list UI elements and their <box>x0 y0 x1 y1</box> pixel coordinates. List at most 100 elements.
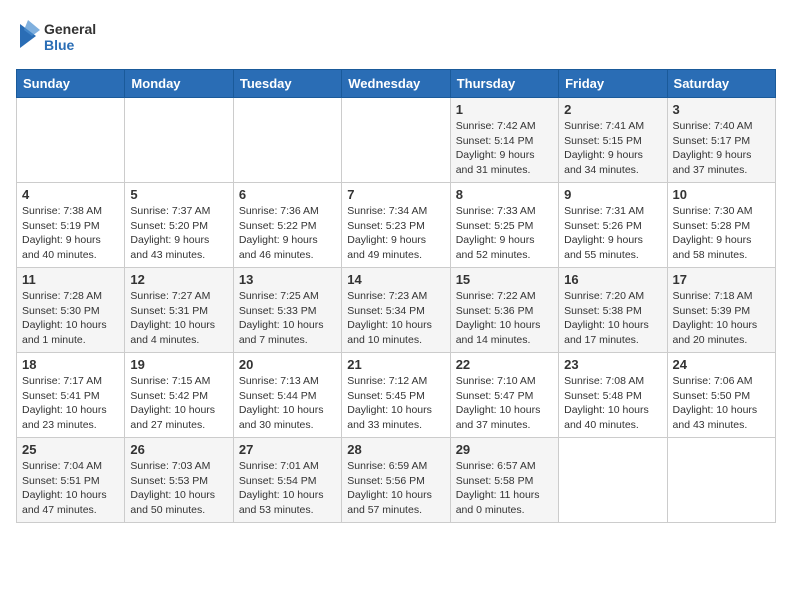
day-header-thursday: Thursday <box>450 70 558 98</box>
day-info: Sunrise: 7:40 AM Sunset: 5:17 PM Dayligh… <box>673 119 770 178</box>
day-cell <box>125 98 233 183</box>
day-number: 8 <box>456 187 553 202</box>
day-info: Sunrise: 7:20 AM Sunset: 5:38 PM Dayligh… <box>564 289 661 348</box>
day-info: Sunrise: 7:31 AM Sunset: 5:26 PM Dayligh… <box>564 204 661 263</box>
day-number: 19 <box>130 357 227 372</box>
day-number: 13 <box>239 272 336 287</box>
day-number: 9 <box>564 187 661 202</box>
day-cell: 14 Sunrise: 7:23 AM Sunset: 5:34 PM Dayli… <box>342 268 450 353</box>
day-number: 5 <box>130 187 227 202</box>
day-info: Sunrise: 7:27 AM Sunset: 5:31 PM Dayligh… <box>130 289 227 348</box>
calendar-header: SundayMondayTuesdayWednesdayThursdayFrid… <box>17 70 776 98</box>
calendar-table: SundayMondayTuesdayWednesdayThursdayFrid… <box>16 69 776 523</box>
svg-text:General: General <box>44 21 96 37</box>
day-number: 27 <box>239 442 336 457</box>
day-cell: 12 Sunrise: 7:27 AM Sunset: 5:31 PM Dayli… <box>125 268 233 353</box>
day-cell: 28 Sunrise: 6:59 AM Sunset: 5:56 PM Dayli… <box>342 438 450 523</box>
day-headers-row: SundayMondayTuesdayWednesdayThursdayFrid… <box>17 70 776 98</box>
day-cell: 3 Sunrise: 7:40 AM Sunset: 5:17 PM Daylig… <box>667 98 775 183</box>
day-cell: 10 Sunrise: 7:30 AM Sunset: 5:28 PM Dayli… <box>667 183 775 268</box>
day-info: Sunrise: 7:18 AM Sunset: 5:39 PM Dayligh… <box>673 289 770 348</box>
day-number: 14 <box>347 272 444 287</box>
week-row-2: 4 Sunrise: 7:38 AM Sunset: 5:19 PM Daylig… <box>17 183 776 268</box>
day-number: 25 <box>22 442 119 457</box>
day-cell: 26 Sunrise: 7:03 AM Sunset: 5:53 PM Dayli… <box>125 438 233 523</box>
day-header-saturday: Saturday <box>667 70 775 98</box>
day-cell: 5 Sunrise: 7:37 AM Sunset: 5:20 PM Daylig… <box>125 183 233 268</box>
day-info: Sunrise: 7:23 AM Sunset: 5:34 PM Dayligh… <box>347 289 444 348</box>
day-cell: 23 Sunrise: 7:08 AM Sunset: 5:48 PM Dayli… <box>559 353 667 438</box>
day-info: Sunrise: 7:04 AM Sunset: 5:51 PM Dayligh… <box>22 459 119 518</box>
day-number: 4 <box>22 187 119 202</box>
week-row-4: 18Sunrise: 7:17 AM Sunset: 5:41 PM Dayli… <box>17 353 776 438</box>
day-info: Sunrise: 7:36 AM Sunset: 5:22 PM Dayligh… <box>239 204 336 263</box>
day-cell: 13 Sunrise: 7:25 AM Sunset: 5:33 PM Dayli… <box>233 268 341 353</box>
day-number: 16 <box>564 272 661 287</box>
day-cell: 25 Sunrise: 7:04 AM Sunset: 5:51 PM Dayli… <box>17 438 125 523</box>
day-cell <box>559 438 667 523</box>
day-cell: 7Sunrise: 7:34 AM Sunset: 5:23 PM Daylig… <box>342 183 450 268</box>
day-cell: 20 Sunrise: 7:13 AM Sunset: 5:44 PM Dayli… <box>233 353 341 438</box>
day-number: 7 <box>347 187 444 202</box>
day-header-sunday: Sunday <box>17 70 125 98</box>
day-info: Sunrise: 7:08 AM Sunset: 5:48 PM Dayligh… <box>564 374 661 433</box>
day-info: Sunrise: 6:59 AM Sunset: 5:56 PM Dayligh… <box>347 459 444 518</box>
day-info: Sunrise: 7:12 AM Sunset: 5:45 PM Dayligh… <box>347 374 444 433</box>
day-cell: 16 Sunrise: 7:20 AM Sunset: 5:38 PM Dayli… <box>559 268 667 353</box>
day-cell: 18Sunrise: 7:17 AM Sunset: 5:41 PM Dayli… <box>17 353 125 438</box>
day-cell: 2 Sunrise: 7:41 AM Sunset: 5:15 PM Daylig… <box>559 98 667 183</box>
day-info: Sunrise: 7:41 AM Sunset: 5:15 PM Dayligh… <box>564 119 661 178</box>
day-info: Sunrise: 7:03 AM Sunset: 5:53 PM Dayligh… <box>130 459 227 518</box>
day-number: 29 <box>456 442 553 457</box>
day-cell: 27 Sunrise: 7:01 AM Sunset: 5:54 PM Dayli… <box>233 438 341 523</box>
day-number: 15 <box>456 272 553 287</box>
day-info: Sunrise: 7:10 AM Sunset: 5:47 PM Dayligh… <box>456 374 553 433</box>
day-info: Sunrise: 7:25 AM Sunset: 5:33 PM Dayligh… <box>239 289 336 348</box>
calendar-body: 1 Sunrise: 7:42 AM Sunset: 5:14 PM Daylig… <box>17 98 776 523</box>
day-number: 20 <box>239 357 336 372</box>
day-cell <box>667 438 775 523</box>
day-info: Sunrise: 7:37 AM Sunset: 5:20 PM Dayligh… <box>130 204 227 263</box>
week-row-1: 1 Sunrise: 7:42 AM Sunset: 5:14 PM Daylig… <box>17 98 776 183</box>
day-number: 11 <box>22 272 119 287</box>
day-cell: 6 Sunrise: 7:36 AM Sunset: 5:22 PM Daylig… <box>233 183 341 268</box>
day-cell: 9 Sunrise: 7:31 AM Sunset: 5:26 PM Daylig… <box>559 183 667 268</box>
day-info: Sunrise: 7:38 AM Sunset: 5:19 PM Dayligh… <box>22 204 119 263</box>
day-header-friday: Friday <box>559 70 667 98</box>
day-info: Sunrise: 7:28 AM Sunset: 5:30 PM Dayligh… <box>22 289 119 348</box>
day-number: 21 <box>347 357 444 372</box>
logo-svg: General Blue <box>16 16 96 61</box>
day-number: 10 <box>673 187 770 202</box>
day-info: Sunrise: 7:30 AM Sunset: 5:28 PM Dayligh… <box>673 204 770 263</box>
day-number: 1 <box>456 102 553 117</box>
day-cell <box>342 98 450 183</box>
day-info: Sunrise: 7:22 AM Sunset: 5:36 PM Dayligh… <box>456 289 553 348</box>
header: General Blue <box>16 16 776 61</box>
day-number: 12 <box>130 272 227 287</box>
day-cell <box>233 98 341 183</box>
week-row-3: 11 Sunrise: 7:28 AM Sunset: 5:30 PM Dayli… <box>17 268 776 353</box>
day-info: Sunrise: 7:15 AM Sunset: 5:42 PM Dayligh… <box>130 374 227 433</box>
day-number: 3 <box>673 102 770 117</box>
day-info: Sunrise: 7:42 AM Sunset: 5:14 PM Dayligh… <box>456 119 553 178</box>
day-cell: 8Sunrise: 7:33 AM Sunset: 5:25 PM Daylig… <box>450 183 558 268</box>
day-info: Sunrise: 7:01 AM Sunset: 5:54 PM Dayligh… <box>239 459 336 518</box>
day-number: 6 <box>239 187 336 202</box>
day-number: 22 <box>456 357 553 372</box>
week-row-5: 25 Sunrise: 7:04 AM Sunset: 5:51 PM Dayli… <box>17 438 776 523</box>
day-info: Sunrise: 7:06 AM Sunset: 5:50 PM Dayligh… <box>673 374 770 433</box>
day-info: Sunrise: 6:57 AM Sunset: 5:58 PM Dayligh… <box>456 459 553 518</box>
day-cell: 17 Sunrise: 7:18 AM Sunset: 5:39 PM Dayli… <box>667 268 775 353</box>
day-cell: 15 Sunrise: 7:22 AM Sunset: 5:36 PM Dayli… <box>450 268 558 353</box>
day-cell: 1 Sunrise: 7:42 AM Sunset: 5:14 PM Daylig… <box>450 98 558 183</box>
day-number: 17 <box>673 272 770 287</box>
day-number: 26 <box>130 442 227 457</box>
day-number: 23 <box>564 357 661 372</box>
day-cell: 24Sunrise: 7:06 AM Sunset: 5:50 PM Dayli… <box>667 353 775 438</box>
day-header-tuesday: Tuesday <box>233 70 341 98</box>
day-number: 28 <box>347 442 444 457</box>
day-number: 2 <box>564 102 661 117</box>
day-cell: 21 Sunrise: 7:12 AM Sunset: 5:45 PM Dayli… <box>342 353 450 438</box>
day-cell: 22 Sunrise: 7:10 AM Sunset: 5:47 PM Dayli… <box>450 353 558 438</box>
day-info: Sunrise: 7:13 AM Sunset: 5:44 PM Dayligh… <box>239 374 336 433</box>
